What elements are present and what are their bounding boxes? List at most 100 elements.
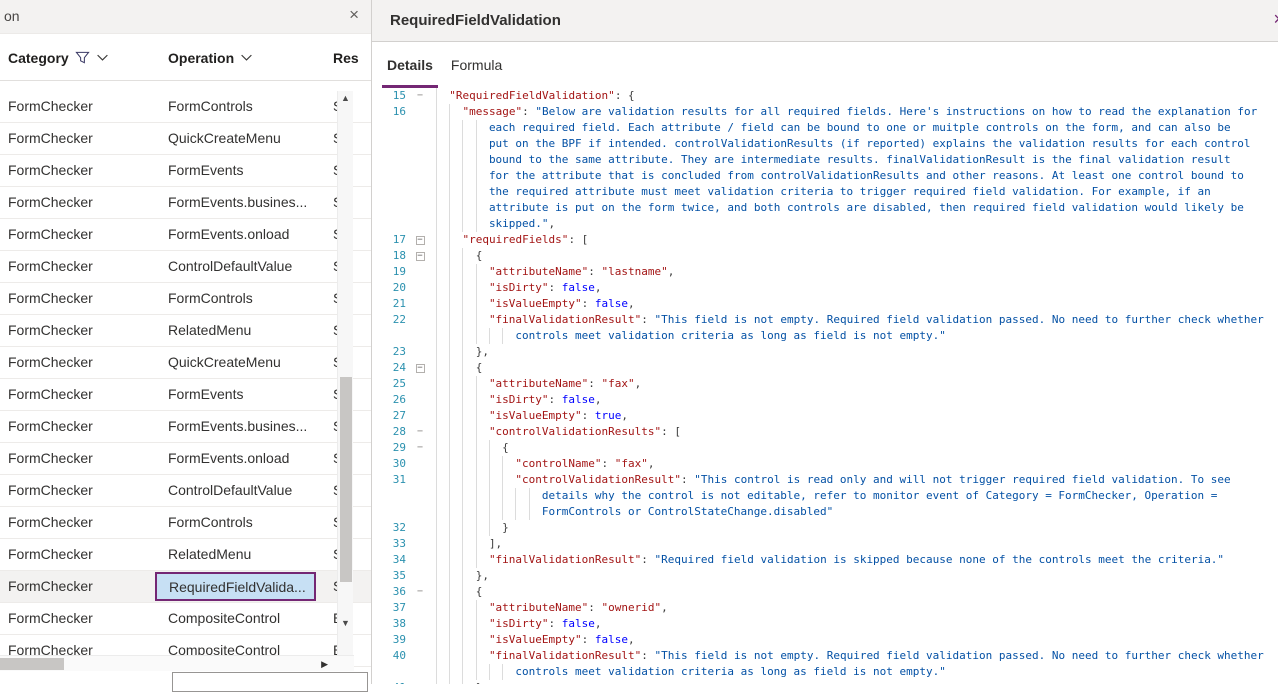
chevron-down-icon[interactable] (240, 51, 253, 64)
indent-guide (462, 168, 475, 184)
line-number (372, 328, 410, 344)
table-row[interactable]: FormCheckerCompositeControlE (0, 603, 371, 635)
json-code-editor[interactable]: 15−"RequiredFieldValidation": {16 "messag… (372, 88, 1278, 684)
table-row[interactable]: FormCheckerQuickCreateMenuS (0, 123, 371, 155)
line-number: 16 (372, 104, 410, 120)
fold-toggle-icon[interactable]: − (410, 88, 430, 104)
indent-guide (449, 680, 462, 684)
table-row[interactable]: FormCheckerControlDefaultValueS (0, 475, 371, 507)
column-header-category[interactable]: Category (8, 34, 109, 81)
tab-details[interactable]: Details (378, 42, 442, 88)
vertical-scrollbar[interactable]: ▲ ▼ (337, 91, 353, 655)
table-row[interactable]: FormCheckerQuickCreateMenuS (0, 347, 371, 379)
code-text: put on the BPF if intended. controlValid… (430, 136, 1278, 152)
operation-cell[interactable]: FormEvents (168, 386, 243, 402)
operation-cell[interactable]: RelatedMenu (168, 546, 251, 562)
operation-cell[interactable]: RelatedMenu (168, 322, 251, 338)
operation-cell[interactable]: FormEvents.onload (168, 450, 289, 466)
horizontal-scrollbar-thumb[interactable] (0, 658, 64, 670)
table-footer-input[interactable] (172, 672, 368, 692)
code-row: 37"attributeName": "ownerid", (372, 600, 1278, 616)
line-number: 32 (372, 520, 410, 536)
code-text: "message": "Below are validation results… (430, 104, 1278, 120)
fold-toggle-icon[interactable]: − (410, 360, 430, 376)
results-table-body: FormCheckerFormControlsSFormCheckerQuick… (0, 91, 371, 667)
table-row[interactable]: FormCheckerRelatedMenuS (0, 539, 371, 571)
line-number: 36 (372, 584, 410, 600)
line-number (372, 488, 410, 504)
table-row[interactable]: FormCheckerFormEvents.onloadS (0, 443, 371, 475)
selected-operation-cell[interactable]: RequiredFieldValida... (155, 572, 316, 601)
filter-icon[interactable] (75, 50, 90, 65)
indent-guide (476, 504, 489, 520)
operation-cell[interactable]: ControlDefaultValue (168, 482, 292, 498)
fold-toggle-icon[interactable]: − (410, 232, 430, 248)
indent-guide (436, 664, 449, 680)
table-row[interactable]: FormCheckerFormControlsS (0, 283, 371, 315)
operation-cell[interactable]: FormEvents.busines... (168, 418, 307, 434)
fold-toggle-icon[interactable]: − (410, 248, 430, 264)
table-row[interactable]: FormCheckerControlDefaultValueS (0, 251, 371, 283)
indent-guide (476, 616, 489, 632)
operation-cell[interactable]: FormControls (168, 290, 253, 306)
indent-guide (436, 344, 449, 360)
column-header-result[interactable]: Res (333, 34, 359, 81)
code-row: 15−"RequiredFieldValidation": { (372, 88, 1278, 104)
code-text: FormControls or ControlStateChange.disab… (430, 504, 1278, 520)
vertical-scrollbar-thumb[interactable] (340, 377, 352, 582)
indent-guide (462, 376, 475, 392)
column-header-operation[interactable]: Operation (168, 34, 253, 81)
table-row[interactable]: FormCheckerRequiredFieldValida...S (0, 571, 371, 603)
table-row[interactable]: FormCheckerFormEvents.onloadS (0, 219, 371, 251)
operation-cell[interactable]: FormEvents.onload (168, 226, 289, 242)
table-row[interactable]: FormCheckerFormEventsS (0, 155, 371, 187)
operation-cell[interactable]: FormControls (168, 514, 253, 530)
operation-cell[interactable]: ControlDefaultValue (168, 258, 292, 274)
indent-guide (436, 440, 449, 456)
line-number: 30 (372, 456, 410, 472)
operation-cell[interactable]: QuickCreateMenu (168, 354, 281, 370)
fold-toggle-icon[interactable]: − (410, 424, 430, 440)
indent-guide (502, 472, 515, 488)
indent-guide (436, 248, 449, 264)
scroll-up-icon[interactable]: ▲ (341, 93, 350, 103)
category-cell: FormChecker (8, 226, 93, 242)
table-row[interactable]: FormCheckerFormControlsS (0, 507, 371, 539)
fold-spacer (410, 408, 430, 424)
fold-spacer (410, 472, 430, 488)
chevron-down-icon[interactable] (96, 51, 109, 64)
operation-cell[interactable]: FormEvents.busines... (168, 194, 307, 210)
code-row: bound to the same attribute. They are in… (372, 152, 1278, 168)
table-row[interactable]: FormCheckerFormEventsS (0, 379, 371, 411)
fold-spacer (410, 520, 430, 536)
table-row[interactable]: FormCheckerFormEvents.busines...S (0, 187, 371, 219)
table-row[interactable]: FormCheckerRelatedMenuS (0, 315, 371, 347)
code-text: controls meet validation criteria as lon… (430, 664, 1278, 680)
line-number: 20 (372, 280, 410, 296)
code-text: }, (430, 568, 1278, 584)
category-cell: FormChecker (8, 514, 93, 530)
operation-cell[interactable]: FormEvents (168, 162, 243, 178)
scroll-down-icon[interactable]: ▼ (341, 618, 350, 628)
operation-cell[interactable]: CompositeControl (168, 610, 280, 626)
indent-guide (436, 648, 449, 664)
close-icon[interactable]: × (1273, 9, 1278, 30)
fold-spacer (410, 632, 430, 648)
table-row[interactable]: FormCheckerFormEvents.busines...S (0, 411, 371, 443)
table-row[interactable]: FormCheckerFormControlsS (0, 91, 371, 123)
scroll-right-icon[interactable]: ▶ (321, 659, 328, 670)
fold-toggle-icon[interactable]: − (410, 440, 430, 456)
tab-formula[interactable]: Formula (442, 42, 511, 88)
fold-toggle-icon[interactable]: − (410, 584, 430, 600)
indent-guide (462, 600, 475, 616)
indent-guide (476, 120, 489, 136)
operation-cell[interactable]: QuickCreateMenu (168, 130, 281, 146)
close-icon[interactable]: × (349, 5, 359, 25)
indent-guide (449, 344, 462, 360)
indent-guide (436, 168, 449, 184)
code-row: controls meet validation criteria as lon… (372, 664, 1278, 680)
operation-cell[interactable]: FormControls (168, 98, 253, 114)
left-panel-header: on × (0, 0, 371, 34)
line-number (372, 504, 410, 520)
horizontal-scrollbar[interactable]: ▶ (0, 655, 354, 671)
